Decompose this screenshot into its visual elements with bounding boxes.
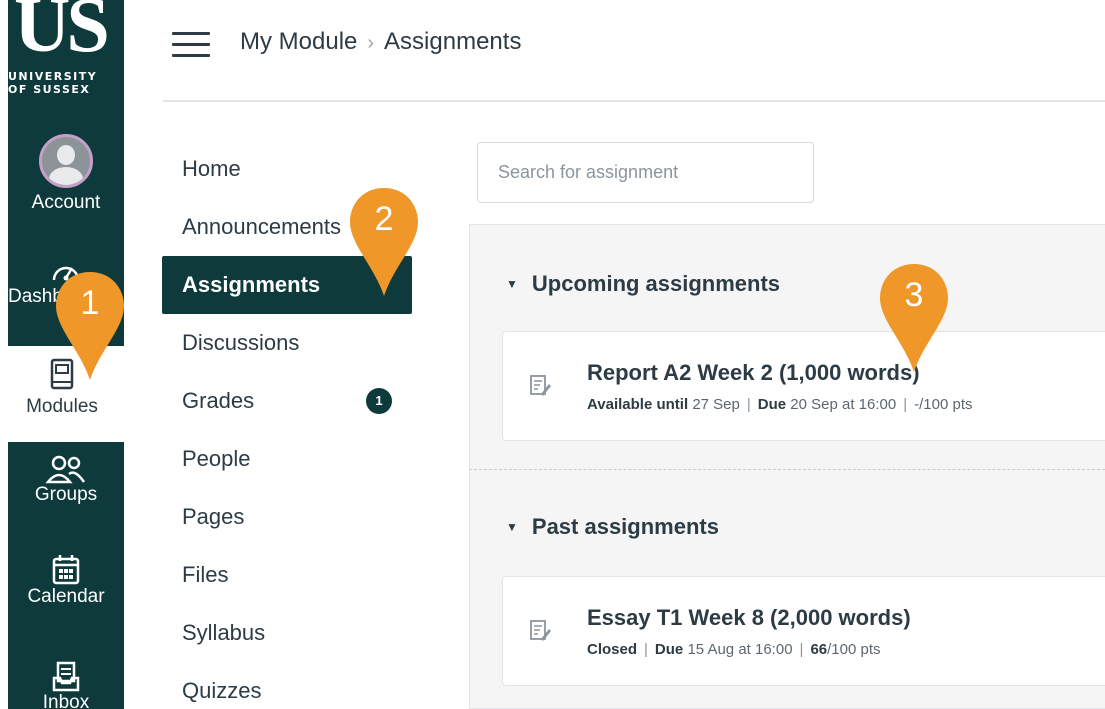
- global-nav-inbox[interactable]: Inbox: [8, 660, 124, 709]
- availability-date: 27 Sep: [692, 396, 740, 413]
- past-assignments-heading: Past assignments: [531, 514, 719, 539]
- course-nav-grades[interactable]: Grades 1: [162, 372, 412, 430]
- course-nav-discussions[interactable]: Discussions: [162, 314, 412, 372]
- due-label: Due: [654, 641, 684, 658]
- assignment-meta: Available until 27 Sep | Due 20 Sep at 16:…: [587, 396, 973, 413]
- callout-number: 1: [80, 284, 100, 322]
- callout-pin-3: 3: [876, 262, 952, 374]
- assignment-title-link[interactable]: Report A2 Week 2 (1,000 words): [587, 360, 920, 386]
- past-assignments-toggle[interactable]: ▼ Past assignments: [506, 514, 719, 540]
- assignment-icon: [529, 619, 551, 648]
- page-header: My Module › Assignments: [163, 0, 1105, 102]
- callout-number: 2: [374, 200, 394, 238]
- breadcrumb-module-link[interactable]: My Module: [240, 28, 357, 55]
- availability-label: Available until: [587, 396, 689, 413]
- assignment-row[interactable]: Report A2 Week 2 (1,000 words) Available…: [502, 331, 1105, 441]
- menu-toggle-button[interactable]: [172, 32, 210, 58]
- points: -/100 pts: [914, 396, 973, 413]
- upcoming-assignments-group: ▼ Upcoming assignments Report A2 Week 2 (…: [469, 224, 1105, 470]
- global-nav-groups-label: Groups: [34, 484, 98, 505]
- groups-icon: [8, 454, 124, 484]
- logo-text: UNIVERSITY OF SUSSEX: [8, 70, 98, 96]
- due-label: Due: [757, 396, 787, 413]
- callout-pin-2: 2: [346, 186, 422, 298]
- caret-down-icon: ▼: [506, 520, 518, 534]
- due-date: 15 Aug at 16:00: [687, 641, 793, 658]
- course-nav-pages[interactable]: Pages: [162, 488, 412, 546]
- past-assignments-group: ▼ Past assignments Essay T1 Week 8 (2,000…: [469, 470, 1105, 709]
- logo-mark: US: [14, 0, 110, 68]
- inbox-icon: [8, 660, 124, 692]
- hamburger-bar-icon: [172, 43, 210, 46]
- assignment-meta: Closed | Due 15 Aug at 16:00 | 66/100 pts: [587, 641, 881, 658]
- global-nav-calendar-label: Calendar: [27, 586, 105, 607]
- grades-count-badge: 1: [366, 388, 392, 414]
- caret-down-icon: ▼: [506, 277, 518, 291]
- upcoming-assignments-heading: Upcoming assignments: [531, 271, 781, 296]
- avatar: [39, 134, 93, 188]
- course-nav-syllabus[interactable]: Syllabus: [162, 604, 412, 662]
- breadcrumb-current: Assignments: [384, 28, 522, 55]
- points-total: /100 pts: [827, 641, 881, 658]
- status-label: Closed: [587, 641, 638, 658]
- global-nav-inbox-label: Inbox: [42, 692, 90, 709]
- callout-pin-1: 1: [52, 270, 128, 382]
- callout-number: 3: [904, 276, 924, 314]
- breadcrumb: My Module › Assignments: [240, 28, 521, 56]
- course-nav-quizzes[interactable]: Quizzes: [162, 662, 412, 709]
- course-nav-grades-label: Grades: [182, 388, 255, 413]
- course-nav-people[interactable]: People: [162, 430, 412, 488]
- assignment-row[interactable]: Essay T1 Week 8 (2,000 words) Closed | Due…: [502, 576, 1105, 686]
- global-nav-modules-label: Modules: [26, 396, 98, 417]
- assignment-search-input[interactable]: [477, 142, 814, 203]
- breadcrumb-separator: ›: [367, 32, 375, 54]
- course-nav-files[interactable]: Files: [162, 546, 412, 604]
- university-logo[interactable]: US UNIVERSITY OF SUSSEX: [8, 0, 124, 120]
- hamburger-bar-icon: [172, 32, 210, 35]
- global-nav-groups[interactable]: Groups: [8, 454, 124, 506]
- upcoming-assignments-toggle[interactable]: ▼ Upcoming assignments: [506, 271, 780, 297]
- due-date: 20 Sep at 16:00: [790, 396, 897, 413]
- calendar-icon: [8, 554, 124, 586]
- assignment-icon: [529, 374, 551, 403]
- assignment-title-link[interactable]: Essay T1 Week 8 (2,000 words): [587, 605, 911, 631]
- hamburger-bar-icon: [172, 54, 210, 57]
- global-nav-account-label: Account: [31, 192, 101, 213]
- global-nav-account[interactable]: Account: [8, 134, 124, 214]
- score: 66: [810, 641, 828, 658]
- global-nav-calendar[interactable]: Calendar: [8, 554, 124, 608]
